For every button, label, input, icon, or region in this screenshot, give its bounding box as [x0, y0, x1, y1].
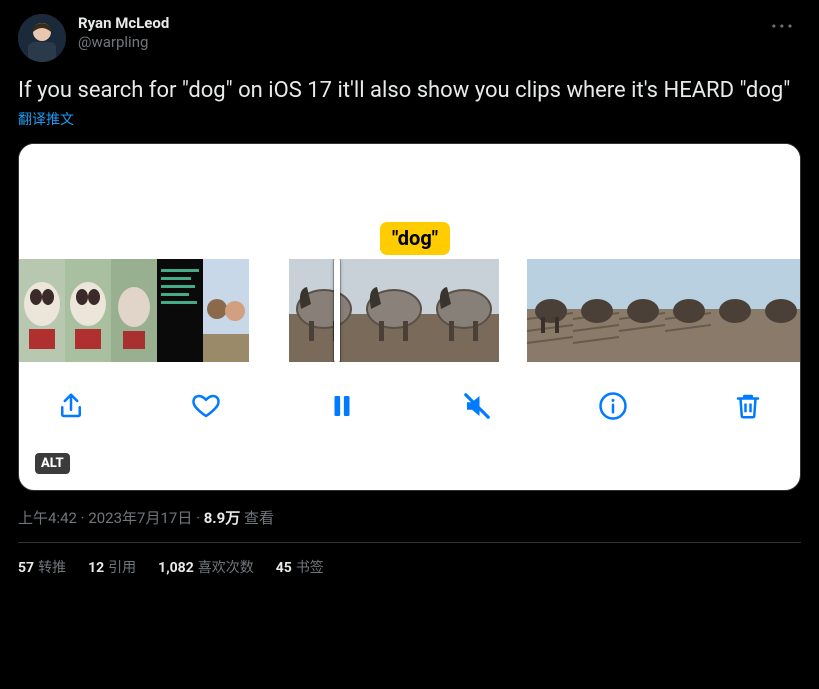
retweets-stat[interactable]: 57转推 [18, 557, 66, 577]
views-label[interactable]: 查看 [244, 509, 274, 527]
tweet-time[interactable]: 上午4:42 [18, 509, 77, 527]
thumbnail [157, 259, 203, 362]
thumbnail [573, 259, 619, 362]
thumbnail [289, 259, 359, 362]
share-icon[interactable] [53, 388, 89, 424]
stat-number: 45 [276, 560, 292, 576]
media-top-area: "dog" [19, 144, 800, 259]
search-tag-badge: "dog" [380, 222, 450, 255]
trash-icon[interactable] [730, 388, 766, 424]
pause-icon[interactable] [324, 388, 360, 424]
stat-number: 12 [88, 560, 104, 576]
heart-icon[interactable] [188, 388, 224, 424]
thumbnail [65, 259, 111, 362]
thumbnail [757, 259, 800, 362]
tweet-meta: 上午4:42 · 2023年7月17日 · 8.9万 查看 [18, 507, 801, 528]
bookmarks-stat[interactable]: 45书签 [276, 557, 324, 577]
media-card[interactable]: "dog" [18, 143, 801, 491]
thumbnail [619, 259, 665, 362]
thumbnail [203, 259, 249, 362]
quotes-stat[interactable]: 12引用 [88, 557, 136, 577]
divider [18, 542, 801, 543]
tweet-container: Ryan McLeod @warpling ··· If you search … [0, 0, 819, 587]
thumbnail [111, 259, 157, 362]
stat-number: 1,082 [158, 560, 194, 576]
avatar[interactable] [18, 14, 66, 62]
author-names[interactable]: Ryan McLeod @warpling [78, 14, 765, 52]
tweet-text: If you search for "dog" on iOS 17 it'll … [18, 76, 801, 105]
thumbnail [527, 259, 573, 362]
handle: @warpling [78, 33, 765, 52]
likes-stat[interactable]: 1,082喜欢次数 [158, 557, 254, 577]
stat-label: 引用 [108, 560, 136, 576]
translate-link[interactable]: 翻译推文 [18, 109, 801, 129]
thumbnail [711, 259, 757, 362]
info-icon[interactable] [595, 388, 631, 424]
stat-number: 57 [18, 560, 34, 576]
mute-icon[interactable] [459, 388, 495, 424]
video-timeline[interactable] [19, 259, 800, 362]
stat-label: 书签 [296, 560, 324, 576]
playhead[interactable] [334, 259, 340, 362]
tweet-header: Ryan McLeod @warpling ··· [18, 14, 801, 62]
more-icon[interactable]: ··· [765, 14, 801, 38]
thumbnail [665, 259, 711, 362]
thumbnail [429, 259, 499, 362]
stat-label: 转推 [38, 560, 66, 576]
views-number: 8.9万 [204, 509, 241, 527]
tweet-stats: 57转推 12引用 1,082喜欢次数 45书签 [18, 557, 801, 577]
clip-group-1 [19, 259, 249, 362]
thumbnail [19, 259, 65, 362]
thumbnail [359, 259, 429, 362]
clip-group-2 [289, 259, 499, 362]
tweet-date[interactable]: 2023年7月17日 [88, 509, 192, 527]
media-toolbar [19, 362, 800, 450]
display-name: Ryan McLeod [78, 14, 765, 33]
clip-group-3 [527, 259, 800, 362]
alt-badge[interactable]: ALT [35, 453, 70, 474]
stat-label: 喜欢次数 [198, 560, 254, 576]
